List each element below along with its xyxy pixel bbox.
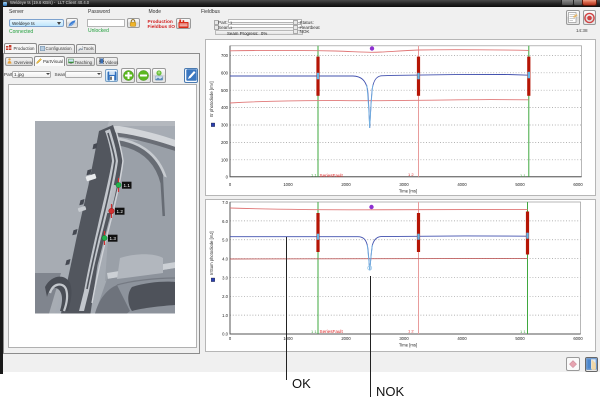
svg-text:1.3: 1.3 — [109, 236, 116, 241]
svg-text:1 2: 1 2 — [408, 329, 414, 334]
svg-text:1 1: 1 1 — [311, 329, 317, 334]
svg-text:Time [ms]: Time [ms] — [398, 188, 416, 193]
svg-text:4.0: 4.0 — [222, 257, 228, 262]
svg-text:1.2: 1.2 — [116, 209, 123, 214]
svg-text:1000: 1000 — [283, 182, 293, 187]
svg-text:7.0: 7.0 — [222, 200, 228, 205]
svg-text:3000: 3000 — [399, 182, 409, 187]
svg-text:Itr photodiode [mV]: Itr photodiode [mV] — [209, 81, 214, 116]
svg-text:4000: 4000 — [457, 182, 467, 187]
svg-text:IrrSum photodiode [mJ]: IrrSum photodiode [mJ] — [209, 231, 214, 275]
svg-text:5.0: 5.0 — [222, 238, 228, 243]
svg-text:1.0: 1.0 — [222, 313, 228, 318]
svg-text:5000: 5000 — [515, 336, 525, 341]
svg-text:0.0: 0.0 — [222, 332, 228, 337]
svg-text:1 2: 1 2 — [408, 172, 414, 177]
svg-text:300: 300 — [221, 122, 229, 127]
svg-text:6000: 6000 — [573, 336, 583, 341]
svg-text:1 1: 1 1 — [311, 172, 317, 177]
svg-text:5000: 5000 — [515, 182, 525, 187]
svg-text:400: 400 — [221, 105, 229, 110]
svg-text:3.0: 3.0 — [222, 275, 228, 280]
svg-text:1 1: 1 1 — [520, 172, 526, 177]
svg-text:200: 200 — [221, 140, 229, 145]
svg-text:6.0: 6.0 — [222, 219, 228, 224]
svg-text:SeriesFault: SeriesFault — [319, 172, 343, 177]
svg-text:1 1: 1 1 — [520, 329, 526, 334]
svg-text:4000: 4000 — [457, 336, 467, 341]
svg-text:0: 0 — [228, 182, 231, 187]
svg-text:0: 0 — [228, 336, 231, 341]
svg-text:0: 0 — [225, 174, 228, 179]
svg-text:1.1: 1.1 — [123, 183, 130, 188]
svg-text:2000: 2000 — [341, 336, 351, 341]
svg-text:500: 500 — [221, 87, 229, 92]
svg-text:1000: 1000 — [283, 336, 293, 341]
svg-text:SeriesFault: SeriesFault — [319, 329, 343, 334]
svg-text:100: 100 — [221, 157, 229, 162]
svg-text:600: 600 — [221, 70, 229, 75]
svg-text:2000: 2000 — [341, 182, 351, 187]
svg-text:3000: 3000 — [399, 336, 409, 341]
svg-text:6000: 6000 — [573, 182, 583, 187]
svg-text:700: 700 — [221, 53, 229, 58]
svg-text:2.0: 2.0 — [222, 294, 228, 299]
svg-text:Time [ms]: Time [ms] — [398, 343, 416, 348]
